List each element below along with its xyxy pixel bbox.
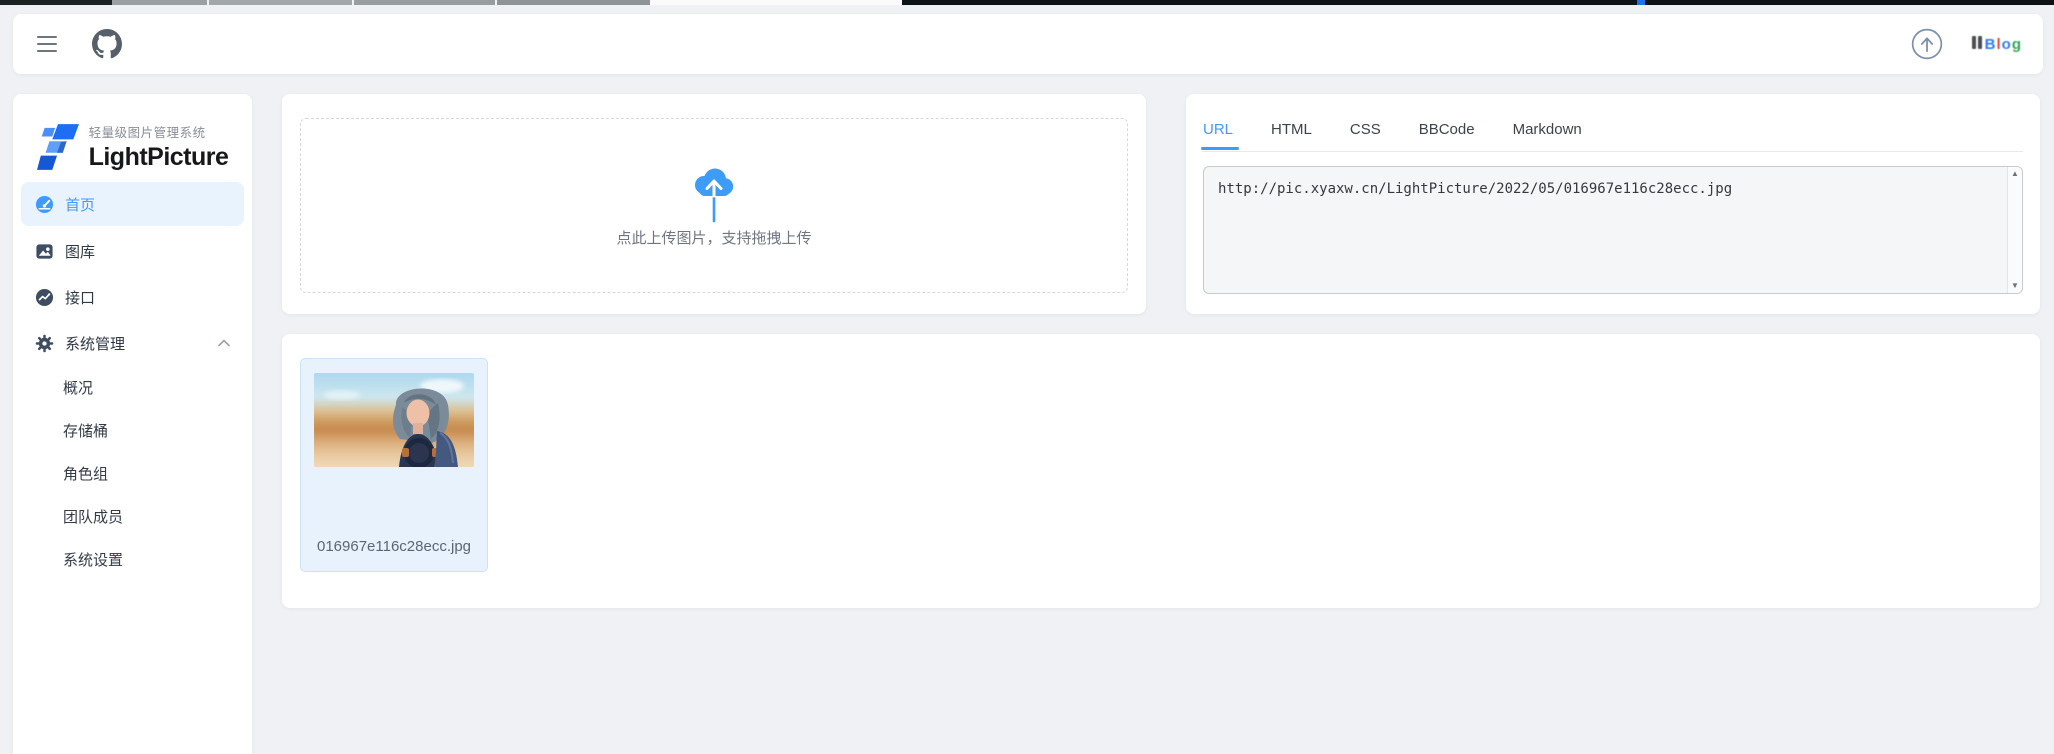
chrome-accent-speck (1637, 0, 1645, 5)
top-header-bar: Blog (13, 14, 2043, 74)
blog-logo-glyph (1971, 36, 1982, 49)
sidebar-subitem-roles[interactable]: 角色组 (21, 452, 244, 495)
app-title: LightPicture (88, 143, 229, 171)
sidebar-item-label: 首页 (65, 196, 96, 214)
upload-hint-text: 点此上传图片，支持拖拽上传 (616, 230, 812, 247)
tab-markdown[interactable]: Markdown (1513, 121, 1582, 150)
tab-css[interactable]: CSS (1350, 121, 1381, 150)
api-icon (35, 288, 54, 307)
sidebar-subitem-overview[interactable]: 概况 (21, 366, 244, 409)
gallery-panel: 016967e116c28ecc.jpg (282, 334, 2040, 608)
github-icon (92, 29, 122, 59)
link-formats-panel: URL HTML CSS BBCode Markdown http://pic.… (1186, 94, 2040, 314)
github-link[interactable] (91, 28, 123, 60)
sidebar-toggle-button[interactable] (37, 36, 57, 52)
sidebar-item-system[interactable]: 系统管理 (21, 320, 244, 366)
lightpicture-logo-icon (36, 124, 79, 170)
chrome-segment (0, 0, 112, 5)
chrome-segment (354, 0, 497, 5)
chrome-segment (112, 0, 209, 5)
sidebar-submenu: 概况 存储桶 角色组 团队成员 系统设置 (21, 366, 244, 581)
chrome-segment (902, 0, 2054, 5)
sidebar-subitem-settings[interactable]: 系统设置 (21, 538, 244, 581)
sidebar-item-api[interactable]: 接口 (21, 274, 244, 320)
sidebar-subitem-buckets[interactable]: 存储桶 (21, 409, 244, 452)
chrome-segment (497, 0, 650, 5)
app-logo[interactable]: 轻量级图片管理系统 LightPicture (13, 94, 252, 180)
chrome-segment (209, 0, 354, 5)
tab-bbcode[interactable]: BBCode (1419, 121, 1475, 150)
sidebar-item-label: 接口 (65, 289, 96, 307)
cloud-upload-icon (695, 168, 734, 223)
chevron-up-icon (218, 339, 230, 347)
tab-html[interactable]: HTML (1271, 121, 1312, 150)
image-thumbnail[interactable] (314, 373, 474, 467)
sidebar-item-gallery[interactable]: 图库 (21, 228, 244, 274)
tabs-divider (1203, 151, 2023, 152)
sidebar-menu: 首页 图库 接口 系统管理 概况 存储桶 角色组 团队成员 系统设置 (21, 182, 244, 581)
app-subtitle: 轻量级图片管理系统 (88, 126, 206, 140)
textarea-scrollbar[interactable]: ▲ ▼ (2007, 167, 2022, 293)
sidebar-subitem-members[interactable]: 团队成员 (21, 495, 244, 538)
blog-site-logo[interactable]: Blog (1971, 36, 2021, 52)
chrome-segment (650, 0, 902, 5)
sidebar-item-home[interactable]: 首页 (21, 182, 244, 226)
sidebar: 轻量级图片管理系统 LightPicture 首页 图库 接口 系统管理 概况 … (13, 94, 252, 754)
browser-chrome-strip (0, 0, 2054, 5)
picture-icon (35, 242, 54, 261)
image-url-textarea[interactable]: http://pic.xyaxw.cn/LightPicture/2022/05… (1203, 166, 2023, 294)
upload-panel: 点此上传图片，支持拖拽上传 (282, 94, 1146, 314)
upload-dropzone[interactable]: 点此上传图片，支持拖拽上传 (300, 118, 1128, 293)
sidebar-item-label: 系统管理 (65, 335, 126, 353)
image-card[interactable]: 016967e116c28ecc.jpg (300, 358, 488, 572)
tab-url[interactable]: URL (1200, 121, 1240, 150)
scroll-down-arrow-icon[interactable]: ▼ (2011, 279, 2019, 293)
scroll-up-arrow-icon[interactable]: ▲ (2011, 167, 2019, 181)
scroll-top-button[interactable] (1910, 27, 1944, 61)
link-format-tabs: URL HTML CSS BBCode Markdown (1200, 121, 1582, 150)
dashboard-icon (35, 195, 54, 214)
image-filename: 016967e116c28ecc.jpg (316, 538, 472, 555)
gear-icon (35, 334, 54, 353)
sidebar-item-label: 图库 (65, 243, 96, 261)
